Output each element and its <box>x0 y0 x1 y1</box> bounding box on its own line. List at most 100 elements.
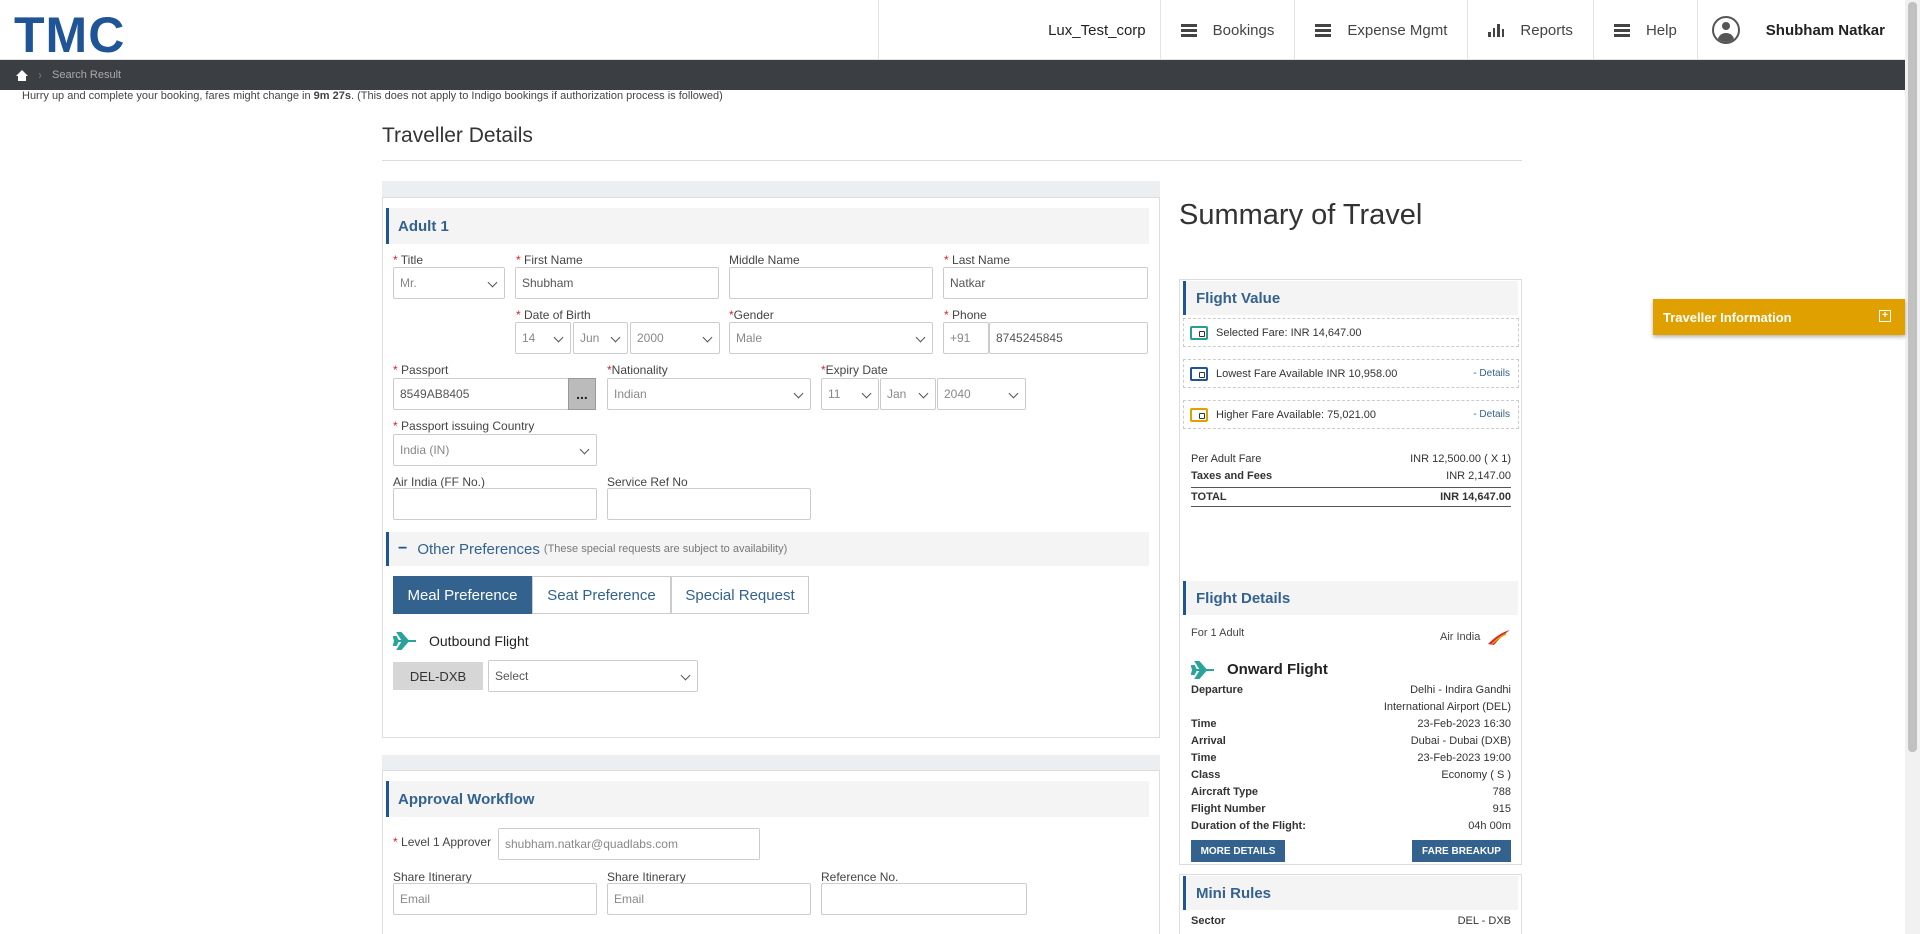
user-avatar-icon <box>1711 16 1740 44</box>
per-adult-fare-row: Per Adult Fare INR 12,500.00 ( X 1) <box>1191 453 1511 465</box>
nav-expense-mgmt[interactable]: Expense Mgmt <box>1294 0 1467 60</box>
top-header: TMC Lux_Test_corp Bookings Expense Mgmt … <box>0 0 1905 63</box>
tab-special-request[interactable]: Special Request <box>671 576 809 614</box>
page-scrollbar[interactable] <box>1905 0 1920 934</box>
timer-countdown: 9m 27s <box>313 90 351 102</box>
page-title: Traveller Details <box>382 124 533 147</box>
tab-meal-preference[interactable]: Meal Preference <box>393 576 532 614</box>
onward-flight-label: Onward Flight <box>1227 661 1328 678</box>
fare-timer-notice: Hurry up and complete your booking, fare… <box>22 90 723 102</box>
preferences-note: (These special requests are subject to a… <box>543 543 788 555</box>
dob-day-select[interactable]: 14 <box>515 322 571 354</box>
dob-year-select[interactable]: 2000 <box>630 322 720 354</box>
home-icon[interactable] <box>16 69 28 81</box>
approval-heading: Approval Workflow <box>386 781 1149 817</box>
issuing-country-select[interactable]: India (IN) <box>393 434 597 466</box>
preferences-title: Other Preferences <box>417 540 540 558</box>
nationality-label: *Nationality <box>607 363 668 377</box>
gender-select[interactable]: Male <box>729 322 933 354</box>
tmc-logo[interactable]: TMC <box>14 6 125 64</box>
nav-expense-label: Expense Mgmt <box>1347 21 1448 39</box>
arrival-time-row: Time 23-Feb-2023 19:00 <box>1191 752 1511 764</box>
traveller-information-tab[interactable]: Traveller Information + <box>1653 299 1905 335</box>
middle-name-field[interactable] <box>729 267 933 299</box>
aircraft-row: Aircraft Type 788 <box>1191 786 1511 798</box>
passport-field[interactable]: 8549AB8405 <box>393 378 569 410</box>
breadcrumb-separator: › <box>38 68 42 82</box>
phone-number-field[interactable]: 8745245845 <box>989 322 1148 354</box>
flight-number-row: Flight Number 915 <box>1191 803 1511 815</box>
first-name-label: * First Name <box>516 253 583 267</box>
user-menu[interactable]: Shubham Natkar <box>1696 0 1905 60</box>
approver-email-field[interactable]: shubham.natkar@quadlabs.com <box>498 828 760 860</box>
nav-help-label: Help <box>1645 21 1677 39</box>
tab-seat-preference[interactable]: Seat Preference <box>532 576 671 614</box>
nav-bookings[interactable]: Bookings <box>1159 0 1295 60</box>
issuing-country-label: * Passport issuing Country <box>393 419 535 433</box>
higher-fare-text: Higher Fare Available: 75,021.00 <box>1216 408 1377 421</box>
expand-icon[interactable]: + <box>1879 310 1891 322</box>
meal-select[interactable]: Select <box>488 660 698 692</box>
higher-fare-details-link[interactable]: - Details <box>1473 409 1510 420</box>
nav-help[interactable]: Help <box>1592 0 1697 60</box>
expiry-month-select[interactable]: Jan <box>880 378 936 410</box>
duration-row: Duration of the Flight: 04h 00m <box>1191 820 1511 832</box>
expiry-day-select[interactable]: 11 <box>821 378 879 410</box>
share-itinerary-email-2[interactable]: Email <box>607 883 811 915</box>
higher-fare-row: Higher Fare Available: 75,021.00 - Detai… <box>1183 400 1519 429</box>
arrival-row: Arrival Dubai - Dubai (DXB) <box>1191 735 1511 747</box>
total-row: TOTAL INR 14,647.00 <box>1191 487 1511 507</box>
more-details-button[interactable]: MORE DETAILS <box>1191 840 1285 862</box>
gender-label: *Gender <box>729 308 774 322</box>
ff-label: Air India (FF No.) <box>393 475 486 489</box>
wallet-icon <box>1190 366 1208 381</box>
passport-more-button[interactable]: ... <box>568 378 596 410</box>
share-itinerary-email-1[interactable]: Email <box>393 883 597 915</box>
last-name-label: * Last Name <box>944 253 1011 267</box>
expiry-label: *Expiry Date <box>821 363 888 377</box>
flight-details-heading: Flight Details <box>1183 581 1518 615</box>
phone-code-field[interactable]: +91 <box>943 322 989 354</box>
menu-icon <box>1613 23 1630 37</box>
scrollbar-thumb[interactable] <box>1908 2 1917 752</box>
panel-top-strip <box>382 181 1160 197</box>
service-ref-field[interactable] <box>607 488 811 520</box>
airline-name: Air India <box>1440 631 1481 643</box>
outbound-flight-label: Outbound Flight <box>429 633 529 649</box>
approver-label: * Level 1 Approver <box>393 835 492 849</box>
dob-month-select[interactable]: Jun <box>573 322 628 354</box>
nav-reports-label: Reports <box>1520 21 1573 39</box>
title-select[interactable]: Mr. <box>393 267 505 299</box>
passenger-count: For 1 Adult <box>1191 627 1245 639</box>
timer-suffix: . (This does not apply to Indigo booking… <box>350 90 723 102</box>
preference-tabs: Meal Preference Seat Preference Special … <box>393 576 809 614</box>
plane-icon <box>1190 660 1215 680</box>
bar-chart-icon <box>1488 23 1505 37</box>
expiry-year-select[interactable]: 2040 <box>937 378 1026 410</box>
phone-label: * Phone <box>944 308 987 322</box>
lowest-fare-text: Lowest Fare Available INR 10,958.00 <box>1216 367 1398 380</box>
nav-bookings-label: Bookings <box>1212 21 1275 39</box>
sector-badge: DEL-DXB <box>393 662 483 690</box>
reference-field[interactable] <box>821 883 1027 915</box>
other-preferences-header[interactable]: − Other Preferences (These special reque… <box>386 532 1149 566</box>
breadcrumb-current[interactable]: Search Result <box>52 69 121 81</box>
wallet-icon <box>1190 325 1208 340</box>
first-name-field[interactable]: Shubham <box>515 267 719 299</box>
selected-fare-text: Selected Fare: INR 14,647.00 <box>1216 326 1362 339</box>
last-name-field[interactable]: Natkar <box>943 267 1148 299</box>
fare-breakup-button[interactable]: FARE BREAKUP <box>1412 840 1511 862</box>
departure-row: Departure Delhi - Indira Gandhi <box>1191 684 1511 696</box>
ff-number-field[interactable] <box>393 488 597 520</box>
traveller-information-label: Traveller Information <box>1663 309 1792 325</box>
middle-name-label: Middle Name <box>729 253 800 267</box>
selected-fare-row: Selected Fare: INR 14,647.00 <box>1183 318 1519 347</box>
corporate-name[interactable]: Lux_Test_corp <box>877 0 1160 60</box>
collapse-icon[interactable]: − <box>398 540 407 558</box>
class-row: Class Economy ( S ) <box>1191 769 1511 781</box>
lowest-fare-details-link[interactable]: - Details <box>1473 368 1510 379</box>
nav-reports[interactable]: Reports <box>1467 0 1593 60</box>
main-nav: Lux_Test_corp Bookings Expense Mgmt Repo… <box>877 0 1905 60</box>
share-itinerary-label-1: Share Itinerary <box>393 870 472 884</box>
nationality-select[interactable]: Indian <box>607 378 811 410</box>
